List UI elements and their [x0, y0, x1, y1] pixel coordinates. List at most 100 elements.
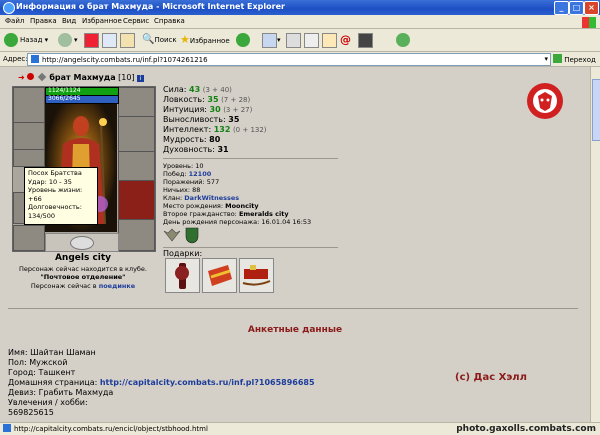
stop-icon	[84, 32, 99, 48]
hp-text: 1124/1124	[48, 87, 81, 94]
address-input[interactable]: http://angelscity.combats.ru/inf.pl?1074…	[27, 53, 551, 66]
star-icon: ★	[180, 33, 190, 46]
page-icon	[31, 55, 39, 63]
profile-homepage: Домашняя страница: http://capitalcity.co…	[8, 378, 315, 387]
stat-intuition: Интуиция: 30 (3 + 27)	[163, 105, 253, 114]
research-button[interactable]	[358, 32, 373, 48]
address-label: Адрес:	[3, 55, 28, 63]
print-button[interactable]	[286, 32, 301, 48]
address-dropdown-icon[interactable]: ▾	[544, 54, 548, 65]
forward-arrow-icon	[58, 33, 72, 47]
cloak-slot[interactable]	[118, 180, 155, 220]
wings-icon	[70, 236, 94, 250]
home-icon	[120, 32, 135, 48]
profile-name: Имя: Шайтан Шаман	[8, 348, 96, 357]
profile-heading: Анкетные данные	[247, 325, 343, 335]
gloves-slot[interactable]	[118, 116, 155, 152]
character-header: ➜ брат Махмуда [10] i	[18, 72, 145, 82]
stop-button[interactable]	[84, 32, 99, 48]
gift-bottle[interactable]	[165, 258, 200, 293]
sled-icon	[242, 265, 271, 286]
menu-file[interactable]: Файл	[5, 17, 24, 25]
home-button[interactable]	[120, 32, 135, 48]
mail-button[interactable]: ▾	[262, 32, 281, 48]
edit-button[interactable]	[304, 32, 319, 48]
angels-emblem	[45, 233, 119, 252]
tooltip-durability: Долговечность: 134/500	[28, 203, 82, 220]
stat-spirituality: Духовность: 31	[163, 145, 229, 154]
homepage-link[interactable]: http://capitalcity.combats.ru/inf.pl?106…	[100, 378, 315, 387]
windows-logo-icon	[582, 17, 596, 28]
refresh-icon	[102, 32, 117, 48]
menu-view[interactable]: Вид	[62, 17, 76, 25]
window-title: Информация о брат Махмуда - Microsoft In…	[16, 2, 285, 11]
address-bar: Адрес: http://angelscity.combats.ru/inf.…	[0, 52, 600, 67]
scrollbar-thumb[interactable]	[592, 79, 600, 141]
profile-signature: (c) Дас Хэлл	[455, 372, 527, 383]
research-icon	[358, 32, 373, 48]
shield-badge-icon[interactable]	[185, 227, 199, 244]
info-icon[interactable]: i	[137, 75, 145, 82]
stat-wisdom: Мудрость: 80	[163, 135, 221, 144]
boots-slot[interactable]	[118, 219, 155, 251]
messenger-button[interactable]	[396, 32, 412, 48]
messenger-icon	[396, 33, 410, 47]
go-button[interactable]: Переход	[553, 54, 596, 64]
badges-divider	[163, 247, 338, 248]
clan-emblem-icon[interactable]	[526, 82, 564, 120]
discuss-button[interactable]	[322, 32, 337, 48]
tooltip-hp-bonus: Уровень жизни: +66	[28, 186, 83, 203]
mana-bar: 3066/2645	[45, 95, 119, 104]
profile-hobbies-value: 569825615	[8, 408, 54, 417]
edit-icon	[304, 32, 319, 48]
search-button[interactable]: 🔍Поиск	[142, 32, 177, 48]
info-birthplace: Место рождения: Mooncity	[163, 202, 259, 210]
fight-link[interactable]: поединке	[99, 282, 135, 290]
stat-agility: Ловкость: 35 (7 + 28)	[163, 95, 251, 104]
belt-slot[interactable]	[13, 225, 45, 251]
bracers-slot[interactable]	[13, 122, 45, 150]
arrow-icon[interactable]: ➜	[18, 73, 25, 82]
clan-link[interactable]: DarkWitnesses	[184, 194, 239, 202]
vertical-scrollbar[interactable]	[590, 67, 600, 422]
profile-motto: Девиз: Грабить Махмуда	[8, 388, 114, 397]
info-losses: Поражений: 577	[163, 178, 220, 186]
at-sign-icon[interactable]: @	[340, 32, 351, 48]
back-arrow-icon	[4, 33, 18, 47]
weapon-slot[interactable]	[13, 149, 45, 167]
helmet-slot[interactable]	[13, 87, 45, 123]
forward-button[interactable]: ▾	[58, 32, 78, 48]
menu-help[interactable]: Справка	[154, 17, 185, 25]
menu-favorites[interactable]: Избранное	[82, 17, 122, 25]
tooltip-item-name: Посох Братства	[28, 169, 82, 177]
search-icon: 🔍	[142, 34, 155, 45]
gift-box[interactable]	[202, 258, 237, 293]
profile-hobbies: Увлечения / хобби:	[8, 398, 88, 407]
location-room: "Почтовое отделение"	[40, 273, 126, 281]
gift-box-icon	[208, 265, 232, 286]
refresh-button[interactable]	[102, 32, 117, 48]
maximize-button[interactable]: □	[569, 1, 584, 15]
menu-tools[interactable]: Сервис	[123, 17, 149, 25]
print-icon	[286, 32, 301, 48]
history-button[interactable]	[236, 32, 252, 48]
fight-status: Персонаж сейчас в поединке	[30, 282, 136, 290]
info-birthday: День рождения персонажа: 16.01.04 16:53	[163, 218, 312, 226]
mail-icon	[262, 32, 277, 48]
info-second-citizenship: Второе гражданство: Emeralds city	[163, 210, 289, 218]
window-titlebar: Информация о брат Махмуда - Microsoft In…	[0, 0, 600, 15]
close-button[interactable]: ×	[584, 1, 599, 15]
status-url: http://capitalcity.combats.ru/encicl/obj…	[14, 425, 208, 433]
minimize-button[interactable]: _	[554, 1, 569, 15]
shield-slot[interactable]	[118, 151, 155, 181]
earring-slot[interactable]	[118, 87, 155, 117]
favorites-button[interactable]: ★Избранное	[180, 32, 230, 48]
gift-sled[interactable]	[239, 258, 274, 293]
menu-bar: Файл Правка Вид Избранное Сервис Справка	[0, 15, 600, 29]
rank-badge-icon[interactable]	[163, 228, 181, 243]
discuss-icon	[322, 32, 337, 48]
back-button[interactable]: Назад ▾	[4, 32, 48, 48]
menu-edit[interactable]: Правка	[30, 17, 57, 25]
location-text: Персонаж сейчас находится в клубе.	[19, 265, 147, 273]
character-level: [10]	[118, 73, 135, 82]
